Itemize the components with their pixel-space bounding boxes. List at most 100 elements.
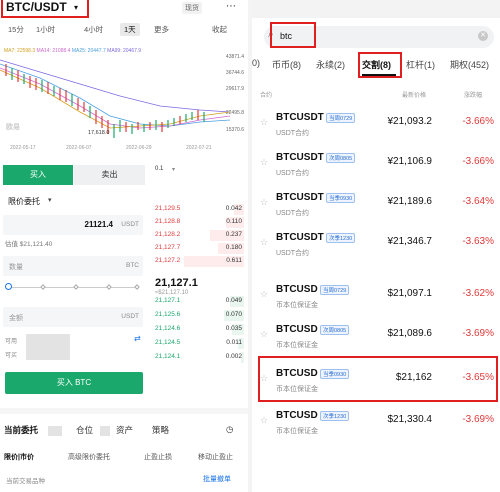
bid-row[interactable]: 21,127.1 0.049 (152, 296, 244, 307)
spot-badge[interactable]: 现货 (182, 2, 202, 14)
amount-slider[interactable] (5, 283, 141, 290)
highlight-search (270, 22, 316, 48)
buy-tab[interactable]: 买入 (3, 165, 73, 185)
contract-symbol: BTCUSDT (276, 192, 324, 203)
tab-spot[interactable]: 币币(8) (272, 58, 301, 71)
slider-knob[interactable] (5, 283, 12, 290)
available-label: 可用 (5, 339, 18, 345)
tab-all[interactable]: 0) (252, 58, 260, 68)
star-icon[interactable]: ☆ (260, 237, 268, 248)
clock-icon[interactable]: ◷ (226, 424, 233, 435)
subtab-limit-market[interactable]: 限价|市价 (4, 452, 34, 462)
star-icon[interactable]: ☆ (260, 415, 268, 426)
order-type-select[interactable]: 限价委托 (8, 196, 40, 207)
top-bar (252, 0, 500, 18)
last-price: $21,097.1 (387, 288, 433, 299)
highlight-pair (1, 0, 89, 18)
precision-select[interactable]: 0.1 (155, 166, 163, 172)
last-price: ¥21,106.9 (387, 156, 433, 167)
tab-15m[interactable]: 15分 (8, 24, 24, 35)
trading-panel: BTC/USDT ▾ 现货 ⋯ 15分 1小时 4小时 1天 更多 收起 MA7… (0, 0, 248, 492)
bid-row[interactable]: 21,124.5 0.011 (152, 338, 244, 349)
tab-collapse[interactable]: 收起 (212, 24, 227, 35)
list-item[interactable]: ☆ BTCUSDT 当季0930 USDT合约 ¥21,189.6 -3.64% (252, 186, 500, 224)
contract-symbol: BTCUSD (276, 410, 318, 421)
subtab-tp-sl[interactable]: 止盈止损 (144, 452, 172, 462)
tab-perpetual[interactable]: 永续(2) (316, 58, 345, 71)
tab-positions[interactable]: 仓位 (76, 424, 93, 436)
more-icon[interactable]: ⋯ (226, 1, 236, 12)
sell-tab[interactable]: 卖出 (74, 165, 145, 185)
tab-1d[interactable]: 1天 (120, 23, 140, 36)
expiry-tag: 次周0805 (320, 325, 350, 335)
star-icon[interactable]: ☆ (260, 329, 268, 340)
list-item[interactable]: ☆ BTCUSDT 次季1230 USDT合约 ¥21,346.7 -3.63% (252, 226, 500, 264)
list-item[interactable]: ☆ BTCUSDT 次周0805 USDT合约 ¥21,106.9 -3.66% (252, 146, 500, 184)
transfer-icon[interactable]: ⇄ (134, 334, 141, 343)
total-input[interactable]: 金额 USDT (3, 307, 143, 327)
tab-current-orders[interactable]: 当前委托 (4, 424, 38, 436)
price-chart[interactable]: 43871.4 36744.6 29617.9 22495.8 15370.6 … (0, 54, 248, 154)
total-placeholder: 金额 (9, 315, 23, 322)
star-icon[interactable]: ☆ (260, 117, 268, 128)
redacted-balance (26, 334, 70, 360)
list-item[interactable]: ☆ BTCUSD 次周0805 币本位保证金 $21,089.6 -3.69% (252, 318, 500, 356)
ask-row[interactable]: 21,128.2 0.237 (152, 230, 244, 241)
expiry-tag: 当周0729 (320, 285, 350, 295)
tab-4h[interactable]: 4小时 (84, 24, 103, 35)
y-tick: 29617.9 (225, 86, 244, 92)
highlight-row (258, 356, 498, 402)
contract-symbol: BTCUSD (276, 324, 318, 335)
amount-placeholder: 数量 (9, 264, 23, 271)
slider-step[interactable] (40, 284, 46, 290)
tab-1h[interactable]: 1小时 (36, 24, 55, 35)
y-tick: 15370.6 (225, 127, 244, 133)
last-price: ¥21,093.2 (387, 116, 433, 127)
expiry-tag: 当周0729 (326, 113, 356, 123)
buy-btc-button[interactable]: 买入 BTC (5, 372, 143, 394)
contract-symbol: BTCUSDT (276, 112, 324, 123)
contract-symbol: BTCUSDT (276, 152, 324, 163)
chevron-down-icon[interactable]: ▾ (172, 166, 175, 173)
bid-row[interactable]: 21,125.6 0.070 (152, 310, 244, 321)
bid-row[interactable]: 21,124.1 0.002 (152, 352, 244, 363)
ask-row[interactable]: 21,129.5 0.042 (152, 204, 244, 215)
clear-icon[interactable]: ✕ (478, 31, 488, 41)
slider-step[interactable] (106, 284, 112, 290)
bid-row[interactable]: 21,124.6 0.035 (152, 324, 244, 335)
list-item[interactable]: ☆ BTCUSDT 当周0729 USDT合约 ¥21,093.2 -3.66% (252, 106, 500, 144)
list-item[interactable]: ☆ BTCUSD 次季1230 币本位保证金 $21,330.4 -3.69% (252, 404, 500, 442)
slider-step[interactable] (73, 284, 79, 290)
y-tick: 22495.8 (225, 110, 244, 116)
subtab-advanced-limit[interactable]: 高级限价委托 (68, 452, 110, 462)
ask-row[interactable]: 21,127.7 0.180 (152, 243, 244, 254)
amount-input[interactable]: 数量 BTC (3, 256, 143, 276)
current-pair-filter[interactable]: 当前交易品种 (6, 475, 45, 485)
ask-row[interactable]: 21,128.8 0.110 (152, 217, 244, 228)
tab-margin[interactable]: 杠杆(1) (406, 58, 435, 71)
list-item[interactable]: ☆ BTCUSD 当周0729 币本位保证金 $21,097.1 -3.62% (252, 278, 500, 316)
ask-row[interactable]: 21,127.2 0.611 (152, 256, 244, 267)
slider-step[interactable] (134, 284, 140, 290)
price-change: -3.69% (462, 328, 494, 339)
contract-symbol: BTCUSDT (276, 232, 324, 243)
tab-options[interactable]: 期权(452) (450, 58, 489, 71)
price-unit: USDT (121, 221, 139, 228)
last-price: $21,330.4 (387, 414, 433, 425)
contract-type: USDT合约 (276, 210, 310, 217)
chevron-down-icon[interactable]: ▾ (48, 196, 52, 204)
buy-sell-toggle: 买入 卖出 (3, 165, 145, 185)
star-icon[interactable]: ☆ (260, 157, 268, 168)
tab-strategy[interactable]: 策略 (152, 424, 169, 436)
price-input[interactable]: 21121.4 USDT (3, 215, 143, 235)
subtab-trailing[interactable]: 移动止盈止 (198, 452, 233, 462)
tab-more[interactable]: 更多 (154, 24, 169, 35)
tab-assets[interactable]: 资产 (116, 424, 133, 436)
star-icon[interactable]: ☆ (260, 197, 268, 208)
col-change[interactable]: 涨跌幅 (464, 90, 482, 99)
batch-cancel-button[interactable]: 批量撤单 (203, 474, 231, 484)
star-icon[interactable]: ☆ (260, 289, 268, 300)
col-price[interactable]: 最新价格 (402, 90, 426, 99)
expiry-tag: 当季0930 (326, 193, 356, 203)
redacted-count (48, 426, 62, 436)
